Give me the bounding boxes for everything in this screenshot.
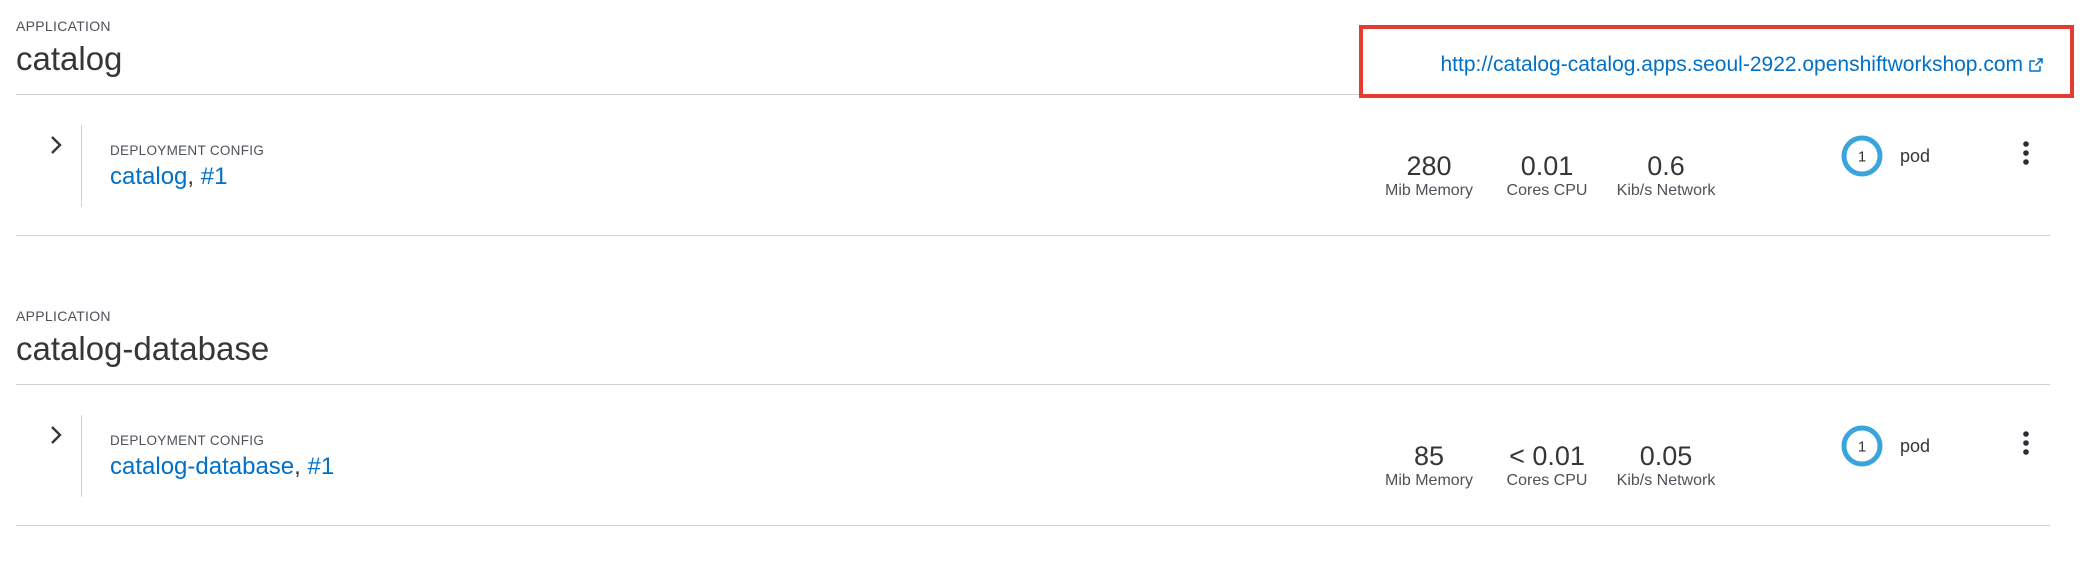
- external-link-icon: [2029, 58, 2043, 72]
- kebab-menu-icon[interactable]: [2018, 139, 2034, 169]
- network-label: Kib/s Network: [1616, 472, 1716, 489]
- route-url-link[interactable]: http://catalog-catalog.apps.seoul-2922.o…: [1440, 53, 2044, 77]
- memory-value: 280: [1406, 151, 1452, 181]
- cpu-value: < 0.01: [1509, 441, 1585, 471]
- memory-value: 85: [1413, 441, 1445, 471]
- deployment-config-eyebrow: DEPLOYMENT CONFIG: [110, 143, 265, 158]
- row-divider: [81, 125, 82, 207]
- memory-metric: 280 Mib Memory: [1379, 151, 1479, 201]
- cpu-label: Cores CPU: [1506, 182, 1588, 199]
- cpu-value: 0.01: [1520, 151, 1574, 181]
- deployment-config-row: DEPLOYMENT CONFIG catalog, #1 280 Mib Me…: [16, 95, 2050, 236]
- memory-metric: 85 Mib Memory: [1379, 441, 1479, 491]
- deployment-config-separator: ,: [294, 453, 308, 480]
- network-value: 0.6: [1647, 151, 1685, 181]
- network-label: Kib/s Network: [1616, 182, 1716, 199]
- pod-label: pod: [1900, 146, 1931, 166]
- application-section-catalog: APPLICATION catalog http://catalog-catal…: [0, 0, 2096, 236]
- application-section-catalog-database: APPLICATION catalog-database DEPLOYMENT …: [0, 290, 2096, 526]
- application-name: catalog: [16, 40, 123, 77]
- pod-count: 1: [1858, 439, 1866, 456]
- kebab-menu-icon[interactable]: [2018, 429, 2034, 459]
- chevron-right-icon[interactable]: [44, 133, 68, 157]
- deployment-config-separator: ,: [187, 163, 201, 190]
- application-header: APPLICATION catalog-database: [0, 290, 2096, 385]
- application-eyebrow: APPLICATION: [16, 18, 111, 34]
- row-divider: [81, 415, 82, 497]
- pod-donut-icon[interactable]: 1: [1840, 424, 1884, 468]
- chevron-right-icon[interactable]: [44, 423, 68, 447]
- network-metric: 0.05 Kib/s Network: [1611, 441, 1721, 491]
- deployment-revision-link[interactable]: #1: [201, 163, 228, 190]
- cpu-metric: 0.01 Cores CPU: [1502, 151, 1592, 201]
- route-url-text: http://catalog-catalog.apps.seoul-2922.o…: [1440, 53, 2023, 76]
- pod-donut-icon[interactable]: 1: [1840, 134, 1884, 178]
- cpu-metric: < 0.01 Cores CPU: [1502, 441, 1592, 491]
- cpu-label: Cores CPU: [1506, 472, 1588, 489]
- application-header: APPLICATION catalog http://catalog-catal…: [0, 0, 2096, 98]
- memory-label: Mib Memory: [1384, 472, 1473, 489]
- deployment-config-name-link[interactable]: catalog-database: [110, 453, 294, 480]
- route-highlight-box: http://catalog-catalog.apps.seoul-2922.o…: [1359, 25, 2074, 98]
- deployment-config-eyebrow: DEPLOYMENT CONFIG: [110, 433, 265, 448]
- network-value: 0.05: [1639, 441, 1693, 471]
- deployment-config-name-link[interactable]: catalog: [110, 163, 187, 190]
- deployment-config-title: catalog, #1: [110, 163, 227, 191]
- pod-count: 1: [1858, 149, 1866, 166]
- application-eyebrow: APPLICATION: [16, 308, 111, 324]
- deployment-config-row: DEPLOYMENT CONFIG catalog-database, #1 8…: [16, 385, 2050, 526]
- deployment-config-title: catalog-database, #1: [110, 453, 334, 481]
- application-name: catalog-database: [16, 330, 270, 367]
- pod-label: pod: [1900, 436, 1931, 456]
- memory-label: Mib Memory: [1384, 182, 1473, 199]
- deployment-revision-link[interactable]: #1: [307, 453, 334, 480]
- network-metric: 0.6 Kib/s Network: [1611, 151, 1721, 201]
